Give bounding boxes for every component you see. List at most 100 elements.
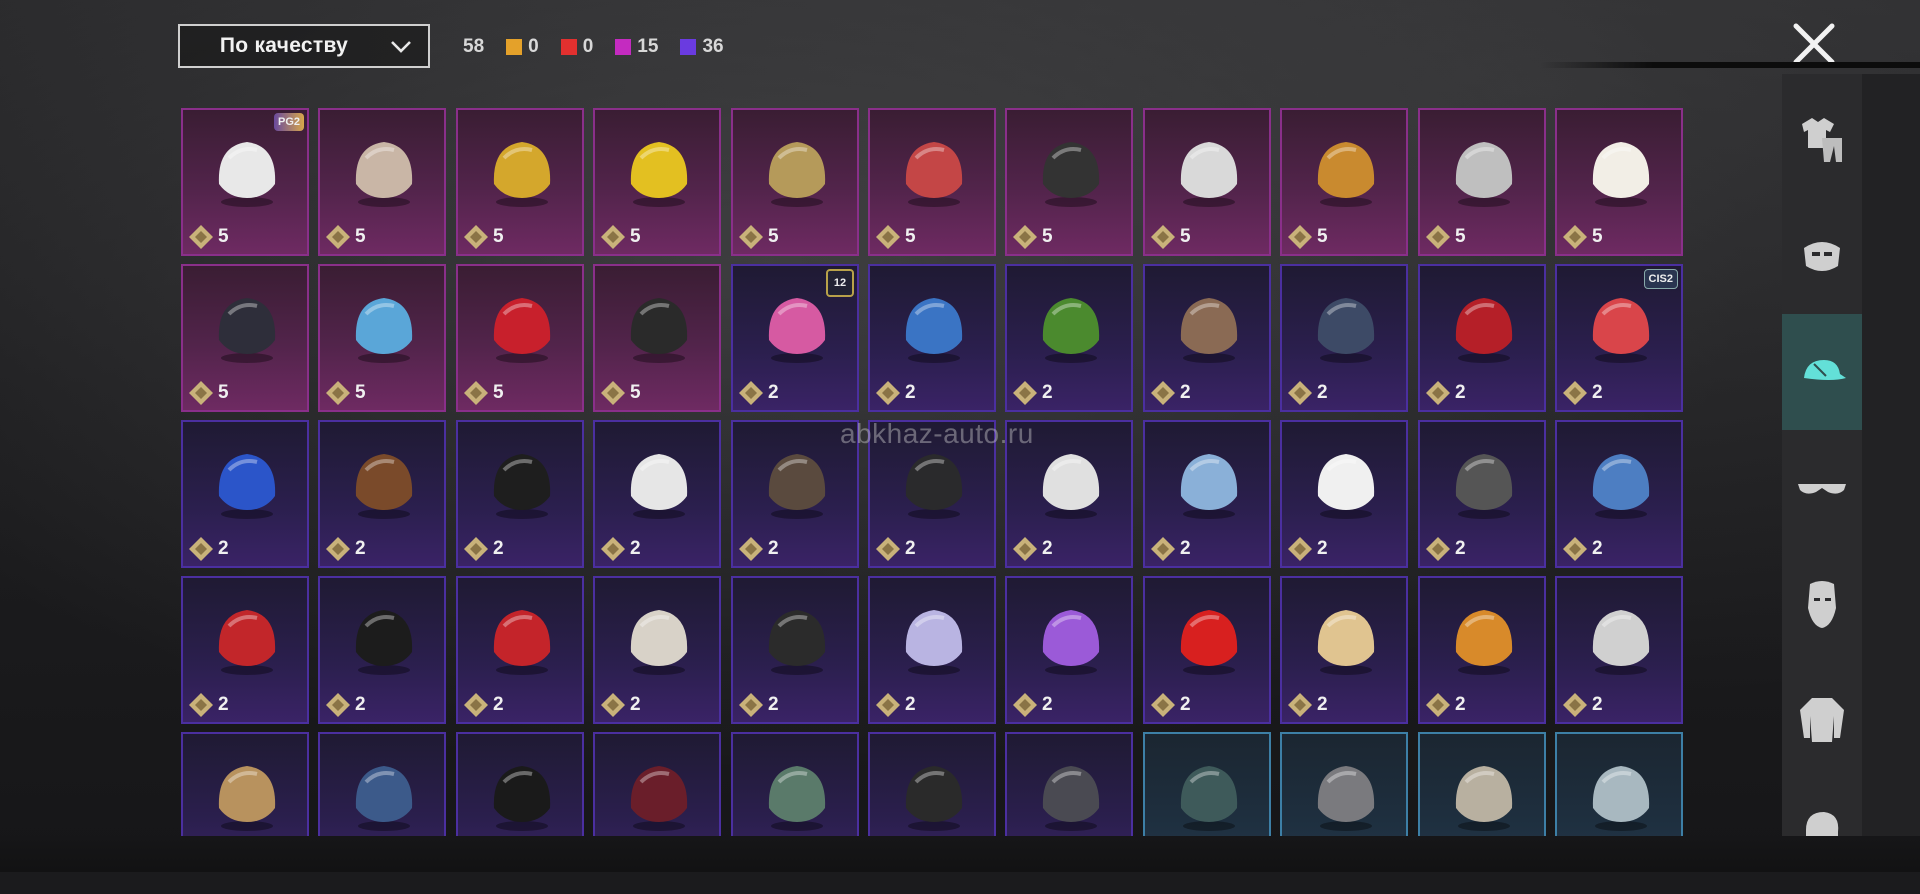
black-yellow-cap-icon bbox=[493, 766, 551, 831]
coin-icon bbox=[1563, 537, 1587, 561]
coin-icon bbox=[1151, 381, 1175, 405]
aviator-cap-brown-icon bbox=[355, 454, 413, 519]
price-value: 2 bbox=[1455, 382, 1466, 403]
sort-dropdown[interactable]: По качеству bbox=[178, 24, 430, 68]
item-card[interactable]: 5 bbox=[318, 264, 446, 412]
item-card[interactable]: 5 bbox=[868, 108, 996, 256]
item-card[interactable]: 5 bbox=[456, 108, 584, 256]
price-value: 5 bbox=[1042, 226, 1053, 247]
item-card[interactable]: 2 bbox=[1143, 264, 1271, 412]
item-card[interactable]: 2 bbox=[1555, 576, 1683, 724]
coin-icon bbox=[876, 225, 900, 249]
coin-icon bbox=[464, 693, 488, 717]
count-legendary: 0 bbox=[506, 36, 539, 58]
item-card[interactable]: 2 bbox=[1143, 420, 1271, 568]
item-price: 5 bbox=[325, 224, 366, 250]
price-value: 2 bbox=[1317, 382, 1328, 403]
item-price: 5 bbox=[600, 380, 641, 406]
item-card[interactable]: PG2 5 bbox=[181, 108, 309, 256]
coin-icon bbox=[1426, 537, 1450, 561]
item-card[interactable] bbox=[318, 732, 446, 836]
item-card[interactable]: 2 bbox=[181, 576, 309, 724]
item-card[interactable]: 2 bbox=[868, 264, 996, 412]
price-value: 5 bbox=[1180, 226, 1191, 247]
item-card[interactable] bbox=[1005, 732, 1133, 836]
item-card[interactable] bbox=[456, 732, 584, 836]
item-card[interactable] bbox=[1280, 732, 1408, 836]
item-card[interactable] bbox=[731, 732, 859, 836]
item-card[interactable]: 2 bbox=[593, 420, 721, 568]
price-value: 2 bbox=[768, 382, 779, 403]
item-card[interactable] bbox=[1555, 732, 1683, 836]
price-value: 5 bbox=[630, 382, 641, 403]
category-mask[interactable] bbox=[1782, 198, 1862, 314]
item-card[interactable]: 2 bbox=[593, 576, 721, 724]
price-value: 2 bbox=[1592, 382, 1603, 403]
item-card[interactable]: 2 bbox=[1143, 576, 1271, 724]
category-jacket[interactable] bbox=[1782, 662, 1862, 778]
item-card[interactable]: CIS2 2 bbox=[1555, 264, 1683, 412]
item-card[interactable] bbox=[593, 732, 721, 836]
item-card[interactable]: 5 bbox=[593, 108, 721, 256]
cat-headphones-icon bbox=[1042, 454, 1100, 519]
item-card[interactable]: 5 bbox=[456, 264, 584, 412]
item-card[interactable]: 2 bbox=[318, 420, 446, 568]
coin-icon bbox=[1013, 537, 1037, 561]
item-card[interactable] bbox=[868, 732, 996, 836]
skull-balaclava-icon bbox=[630, 298, 688, 363]
item-card[interactable] bbox=[1143, 732, 1271, 836]
item-card[interactable] bbox=[181, 732, 309, 836]
pilot-cap-icon bbox=[768, 454, 826, 519]
item-price: 5 bbox=[1562, 224, 1603, 250]
item-card[interactable]: 2 bbox=[456, 420, 584, 568]
item-card[interactable]: 5 bbox=[1143, 108, 1271, 256]
item-card[interactable]: 5 bbox=[318, 108, 446, 256]
coin-icon bbox=[189, 225, 213, 249]
trucker-cap-a-icon bbox=[1455, 766, 1513, 831]
item-card[interactable]: 5 bbox=[593, 264, 721, 412]
luchador-mask-icon bbox=[1455, 454, 1513, 519]
price-value: 2 bbox=[1455, 694, 1466, 715]
item-card[interactable]: 2 bbox=[868, 576, 996, 724]
category-face[interactable] bbox=[1782, 546, 1862, 662]
item-card[interactable]: 2 bbox=[1280, 420, 1408, 568]
item-card[interactable]: 2 bbox=[1555, 420, 1683, 568]
item-card[interactable]: 5 bbox=[181, 264, 309, 412]
item-card[interactable]: 5 bbox=[731, 108, 859, 256]
black-helmet-icon bbox=[768, 610, 826, 675]
item-card[interactable]: 5 bbox=[1555, 108, 1683, 256]
item-grid: PG2 5 5 5 5 5 5 5 5 5 5 5 5 5 5 5 12 2 2 2 2 2 2 CIS2 2 2 2 2 2 2 2 2 2 2… bbox=[181, 108, 1684, 836]
coin-icon bbox=[326, 225, 350, 249]
item-card[interactable] bbox=[1418, 732, 1546, 836]
item-card[interactable]: 5 bbox=[1280, 108, 1408, 256]
category-outfit[interactable] bbox=[1782, 82, 1862, 198]
item-price: 2 bbox=[1012, 536, 1053, 562]
price-value: 2 bbox=[768, 538, 779, 559]
item-card[interactable]: 2 bbox=[318, 576, 446, 724]
item-card[interactable]: 2 bbox=[1005, 576, 1133, 724]
item-price: 5 bbox=[463, 380, 504, 406]
item-card[interactable]: 2 bbox=[1418, 420, 1546, 568]
item-card[interactable]: 2 bbox=[456, 576, 584, 724]
item-card[interactable]: 2 bbox=[1280, 264, 1408, 412]
skull-dread-mask-icon bbox=[1455, 142, 1513, 207]
item-card[interactable]: 5 bbox=[1418, 108, 1546, 256]
item-card[interactable]: 5 bbox=[1005, 108, 1133, 256]
item-card[interactable]: 2 bbox=[1418, 576, 1546, 724]
item-card[interactable]: 2 bbox=[1418, 264, 1546, 412]
item-card[interactable]: 2 bbox=[1005, 264, 1133, 412]
epic-count: 15 bbox=[637, 36, 659, 57]
item-badge: PG2 bbox=[273, 113, 304, 131]
golden-crown-mask-icon bbox=[493, 142, 551, 207]
coin-icon bbox=[1151, 537, 1175, 561]
item-card[interactable]: 2 bbox=[731, 576, 859, 724]
coin-icon bbox=[1288, 225, 1312, 249]
item-card[interactable]: 2 bbox=[1280, 576, 1408, 724]
item-card[interactable]: 2 bbox=[181, 420, 309, 568]
coin-icon bbox=[739, 693, 763, 717]
price-value: 2 bbox=[1592, 694, 1603, 715]
item-card[interactable]: 12 2 bbox=[731, 264, 859, 412]
black-fedora-icon bbox=[493, 454, 551, 519]
category-headwear[interactable] bbox=[1782, 314, 1862, 430]
category-glasses[interactable] bbox=[1782, 430, 1862, 546]
